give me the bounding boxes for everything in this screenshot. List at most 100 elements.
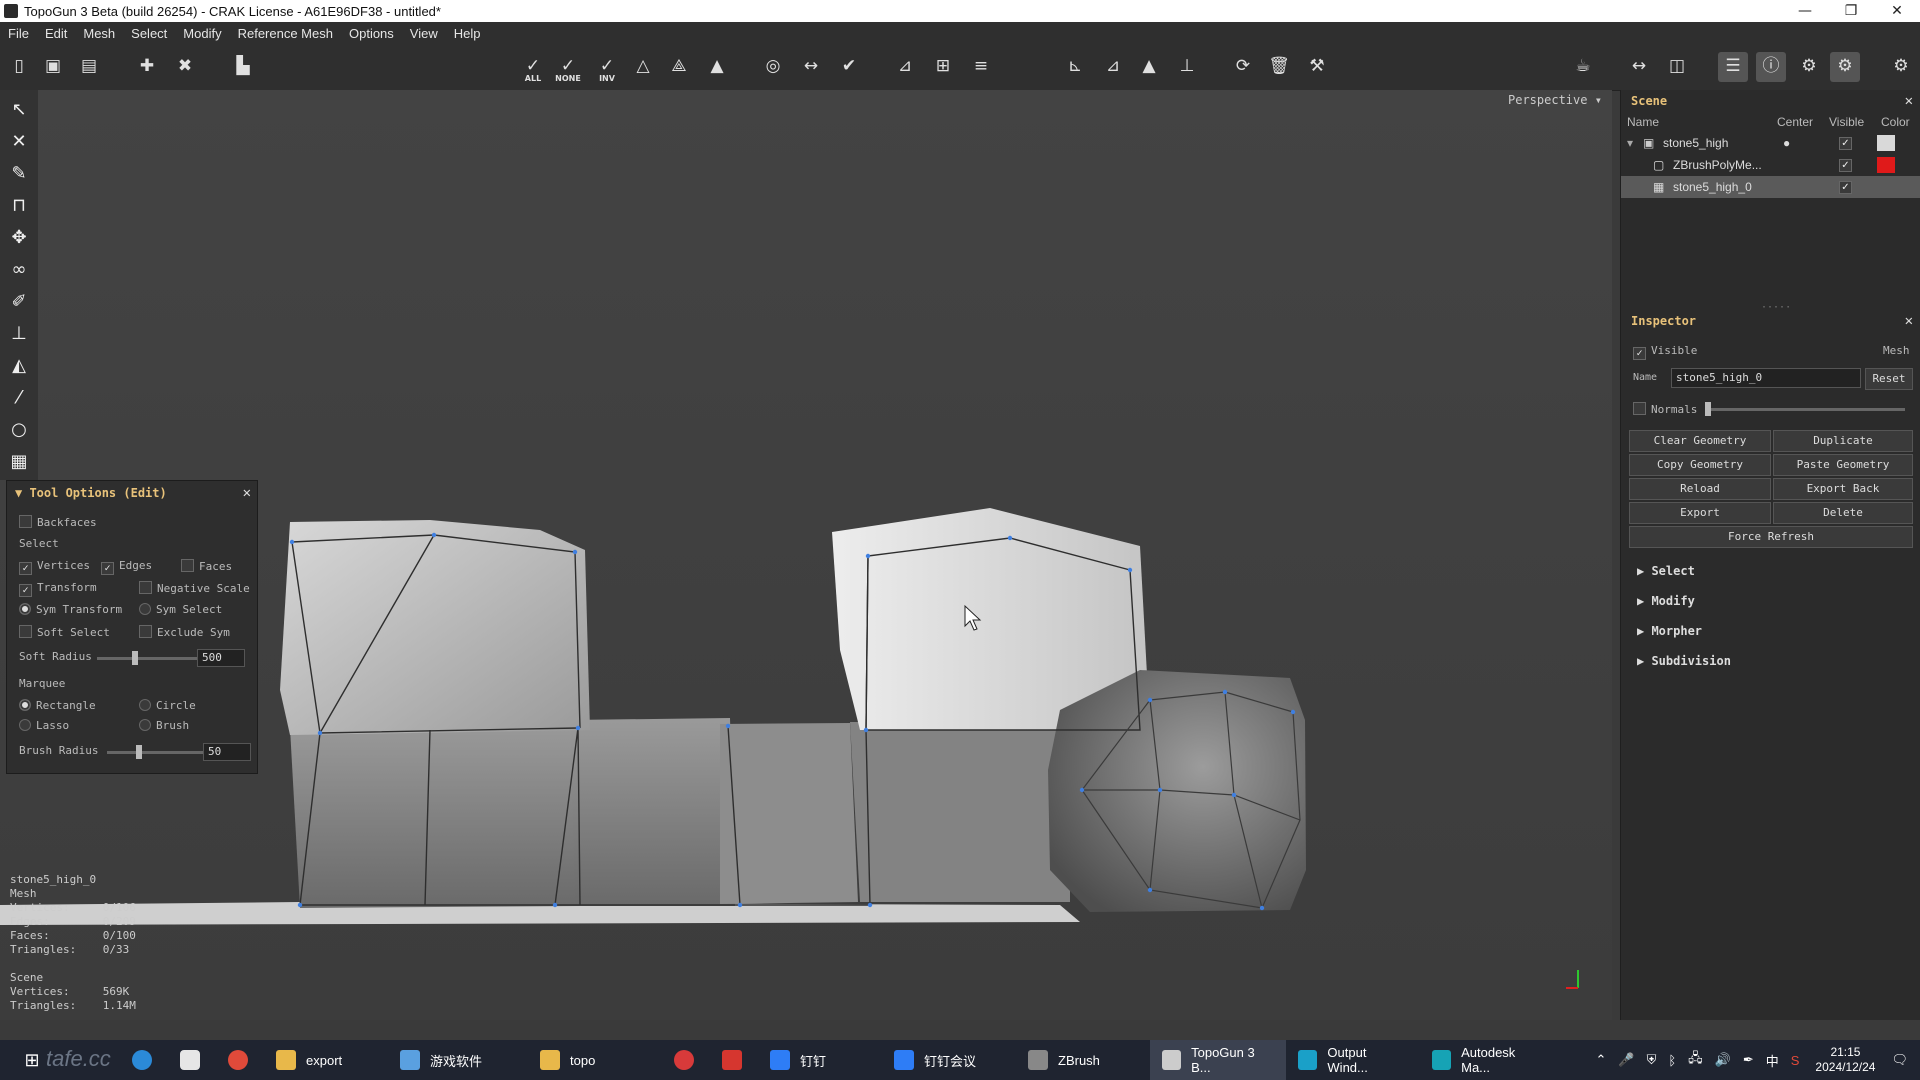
normals-slider[interactable] <box>1705 402 1905 416</box>
delete-icon[interactable]: ✖ <box>170 52 200 82</box>
center-radio-icon[interactable]: ● <box>1783 132 1790 154</box>
knife-tool-icon[interactable]: ⁄ <box>4 384 34 412</box>
select-loop-icon[interactable]: ▲ <box>702 52 732 82</box>
new-file-icon[interactable]: ▯ <box>4 52 34 82</box>
reload-button[interactable]: Reload <box>1629 478 1771 500</box>
cut-tool-icon[interactable]: ⊥ <box>4 320 34 348</box>
menu-file[interactable]: File <box>0 26 37 41</box>
visible-checkbox[interactable]: ✓ <box>1839 181 1852 194</box>
scene-item[interactable]: ▦ stone5_high_0 ✓ <box>1621 176 1920 198</box>
tool-options-header[interactable]: ▼ Tool Options (Edit) ✕ <box>7 481 257 505</box>
section-modify[interactable]: ▶ Modify <box>1637 594 1695 608</box>
taskbar-item[interactable]: ZBrush <box>1016 1040 1150 1080</box>
brush-radius-slider[interactable] <box>107 745 203 759</box>
edge-icon[interactable] <box>120 1040 168 1080</box>
move-tool-icon[interactable]: ✥ <box>4 224 34 252</box>
brush-radio[interactable]: Brush <box>139 719 189 732</box>
sogou-icon[interactable]: S <box>1785 1053 1806 1068</box>
check-icon[interactable]: ✔ <box>834 52 864 82</box>
teapot-icon[interactable]: ☕ <box>1568 52 1598 82</box>
ime-indicator[interactable]: 中 <box>1760 1051 1785 1070</box>
circle-tool-icon[interactable]: ○ <box>4 416 34 444</box>
close-icon[interactable]: ✕ <box>243 481 251 505</box>
visible-checkbox[interactable]: ✓ <box>1839 137 1852 150</box>
inspector-visible-checkbox[interactable]: ✓ Visible <box>1633 344 1697 360</box>
edges-checkbox[interactable]: ✓ Edges <box>101 559 152 575</box>
clock[interactable]: 21:15 2024/12/24 <box>1805 1045 1885 1075</box>
menu-edit[interactable]: Edit <box>37 26 75 41</box>
lasso-radio[interactable]: Lasso <box>19 719 69 732</box>
taskbar-item[interactable]: TopoGun 3 B... <box>1150 1040 1286 1080</box>
vertices-checkbox[interactable]: ✓ Vertices <box>19 559 90 575</box>
sym-transform-radio[interactable]: Sym Transform <box>19 603 122 616</box>
grow-selection-icon[interactable]: △ <box>628 52 658 82</box>
microphone-icon[interactable]: 🎤 <box>1612 1052 1640 1068</box>
scene-panel-icon[interactable]: ☰ <box>1718 52 1748 82</box>
soft-radius-slider[interactable] <box>97 651 197 665</box>
create-tool-icon[interactable]: ✕ <box>4 128 34 156</box>
circle-radio[interactable]: Circle <box>139 699 196 712</box>
edit-tool-icon[interactable]: ↖ <box>4 96 34 124</box>
save-as-icon[interactable]: ▤ <box>74 52 104 82</box>
faces-checkbox[interactable]: Faces <box>181 559 232 573</box>
chevron-up-icon[interactable]: ⌃ <box>1589 1052 1612 1068</box>
negative-scale-checkbox[interactable]: Negative Scale <box>139 581 250 595</box>
transform-checkbox[interactable]: ✓ Transform <box>19 581 97 597</box>
view-mode-dropdown[interactable]: Perspective ▾ <box>1508 93 1602 107</box>
normals-knob[interactable] <box>1705 402 1711 416</box>
taskbar-item[interactable]: 钉钉会议 <box>882 1040 1016 1080</box>
tweak-tool-icon[interactable]: ∞ <box>4 256 34 284</box>
bluetooth-icon[interactable]: ᛒ <box>1662 1053 1682 1068</box>
minimize-button[interactable]: — <box>1782 3 1828 19</box>
section-select[interactable]: ▶ Select <box>1637 564 1695 578</box>
scene-item[interactable]: ▾ ▣ stone5_high ● ✓ <box>1621 132 1920 154</box>
maximize-button[interactable]: ❐ <box>1828 3 1874 19</box>
section-morpher[interactable]: ▶ Morpher <box>1637 624 1702 638</box>
volume-icon[interactable]: 🔊 <box>1709 1052 1737 1068</box>
mirror-y-icon[interactable]: ⊿ <box>1098 52 1128 82</box>
menu-options[interactable]: Options <box>341 26 402 41</box>
mirror-z-icon[interactable]: ▲ <box>1134 52 1164 82</box>
close-icon[interactable]: ✕ <box>1905 310 1913 332</box>
color-swatch[interactable] <box>1877 135 1895 151</box>
close-icon[interactable]: ✕ <box>1905 90 1913 112</box>
normals-checkbox[interactable]: Normals <box>1633 402 1697 416</box>
brush-radius-input[interactable]: 50 <box>203 743 251 761</box>
shrink-selection-icon[interactable]: ⟁ <box>664 52 694 82</box>
menu-mesh[interactable]: Mesh <box>75 26 123 41</box>
fill-tool-icon[interactable]: ◭ <box>4 352 34 380</box>
draw-tool-icon[interactable]: ✎ <box>4 160 34 188</box>
select-border-icon[interactable]: ↔ <box>796 52 826 82</box>
refresh-icon[interactable]: ⟳ <box>1228 52 1258 82</box>
gear-icon[interactable]: ⚙ <box>1886 52 1916 82</box>
symmetry-icon[interactable]: ⊥ <box>1172 52 1202 82</box>
scene-item[interactable]: ▢ ZBrushPolyMe... ✓ <box>1621 154 1920 176</box>
app-icon[interactable] <box>662 1040 710 1080</box>
transform-settings-icon[interactable]: ⚙ <box>1830 52 1860 82</box>
color-swatch[interactable] <box>1877 157 1895 173</box>
bridge-tool-icon[interactable]: ⊓ <box>4 192 34 220</box>
visible-checkbox[interactable]: ✓ <box>1839 159 1852 172</box>
taskbar-item[interactable]: Output Wind... <box>1286 1040 1420 1080</box>
notification-icon[interactable]: 🗨 <box>1885 1052 1920 1068</box>
expand-icon[interactable]: ▾ <box>1627 132 1633 154</box>
save-icon[interactable]: ▣ <box>38 52 68 82</box>
add-icon[interactable]: ✚ <box>132 52 162 82</box>
menu-help[interactable]: Help <box>446 26 489 41</box>
soft-radius-input[interactable]: 500 <box>197 649 245 667</box>
brush-radius-knob[interactable] <box>135 745 142 759</box>
reset-button[interactable]: Reset <box>1865 368 1913 390</box>
close-button[interactable]: ✕ <box>1874 3 1920 19</box>
network-icon[interactable]: 🖧 <box>1682 1049 1709 1071</box>
delete-button[interactable]: Delete <box>1773 502 1913 524</box>
shield-icon[interactable]: ⛨ <box>1641 1052 1663 1068</box>
taskbar-item[interactable]: 钉钉 <box>758 1040 882 1080</box>
trash-icon[interactable]: 🗑 <box>1264 52 1294 82</box>
select-none-button[interactable]: ✓ NONE <box>553 52 583 83</box>
name-input[interactable]: stone5_high_0 <box>1671 368 1861 388</box>
stamp-icon[interactable]: ▙ <box>228 52 258 82</box>
copy-geometry-button[interactable]: Copy Geometry <box>1629 454 1771 476</box>
export-button[interactable]: Export <box>1629 502 1771 524</box>
brush-tool-icon[interactable]: ✐ <box>4 288 34 316</box>
pen-icon[interactable]: ✒ <box>1737 1052 1760 1068</box>
